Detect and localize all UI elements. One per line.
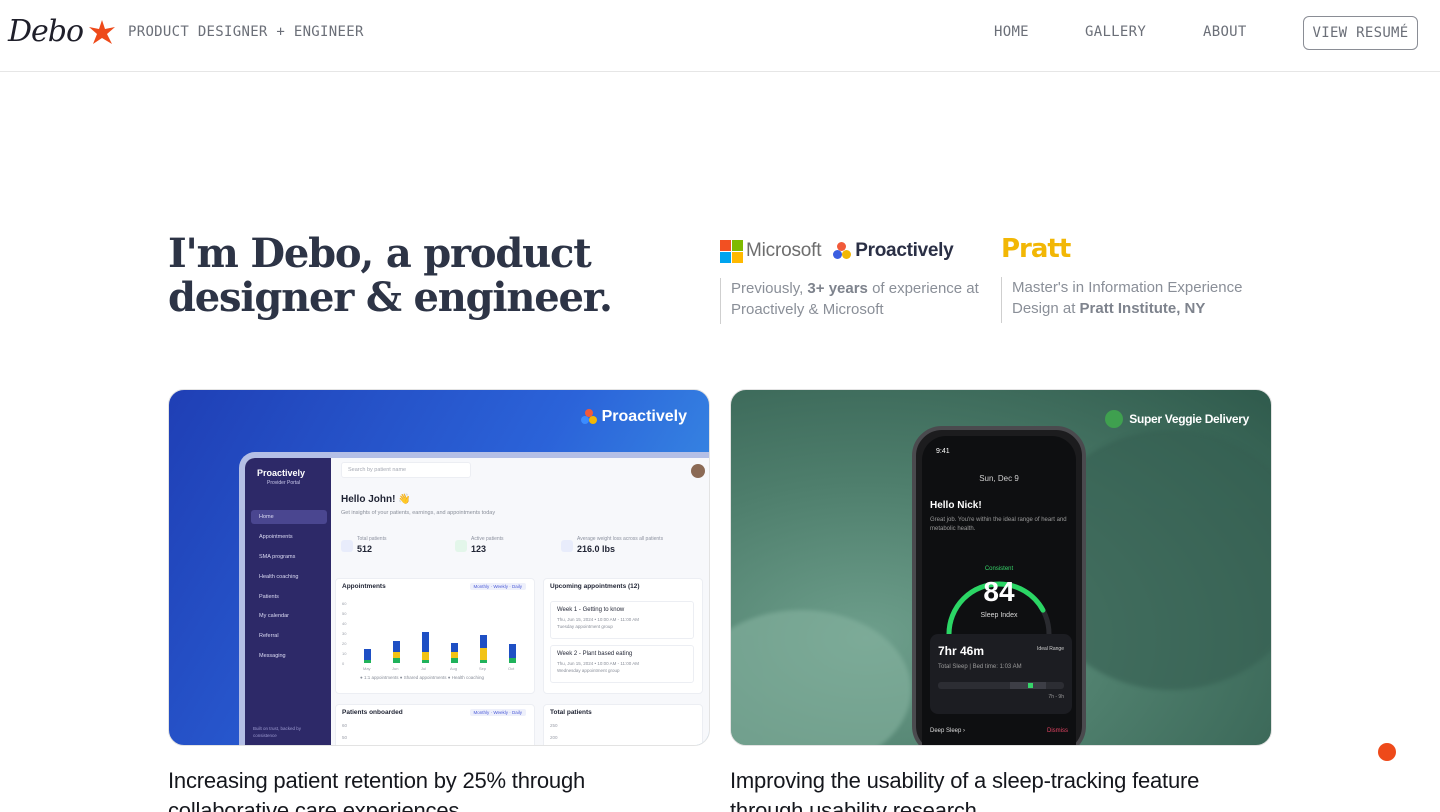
bar-Oct [509, 644, 516, 663]
broccoli-icon [1105, 410, 1124, 428]
dash-nav-item: Home [251, 510, 327, 524]
bar-Aug [451, 643, 458, 663]
bar-Jul [422, 632, 429, 663]
x-tick-label: Oct [508, 666, 515, 671]
bar-segment [451, 643, 458, 652]
proactively-logo-icon [580, 409, 597, 425]
card-brand-veggie: Super Veggie Delivery [1105, 410, 1249, 428]
bar-segment [364, 649, 371, 660]
bar-segment [480, 660, 487, 663]
y-tick-label: 60 [342, 601, 347, 606]
card-caption-proactively[interactable]: Increasing patient retention by 25% thro… [168, 766, 585, 812]
dash-search-input: Search by patient name [341, 462, 471, 478]
onboarded-panel: Patients onboarded Monthly · Weekly · Da… [335, 704, 535, 745]
dash-nav-item: Appointments [259, 534, 293, 540]
nav-link-home[interactable]: HOME [994, 24, 1029, 40]
nav-link-about[interactable]: ABOUT [1203, 24, 1247, 40]
bar-segment [393, 658, 400, 663]
nav-tagline: PRODUCT DESIGNER + ENGINEER [128, 24, 364, 40]
users-icon [341, 540, 353, 552]
chat-launcher-button[interactable] [1378, 743, 1396, 761]
top-nav: Debo PRODUCT DESIGNER + ENGINEER HOME GA… [0, 0, 1440, 72]
y-tick-label: 50 [342, 611, 347, 616]
x-tick-label: Aug [450, 666, 458, 671]
stat-weight-loss: Average weight loss across all patients … [561, 536, 663, 564]
project-card-sleep-tracking[interactable]: Super Veggie Delivery 9:41 Sun, Dec 9 He… [730, 389, 1272, 746]
user-check-icon [455, 540, 467, 552]
pratt-wordmark: Pratt [1001, 234, 1071, 264]
nav-link-gallery[interactable]: GALLERY [1085, 24, 1146, 40]
hero-title: I'm Debo, a product designer & engineer. [168, 232, 628, 320]
x-tick-label: Sep [479, 666, 487, 671]
bar-segment [451, 658, 458, 663]
phone-screen: 9:41 Sun, Dec 9 Hello Nick! Great job. Y… [922, 436, 1076, 745]
dash-nav-item: Patients [259, 594, 279, 600]
dashboard-mockup: Proactively Provider Portal Home Appoint… [239, 452, 709, 745]
dash-nav-item: Messaging [259, 653, 286, 659]
bar-Jun [393, 641, 400, 663]
appointments-panel: Appointments Monthly · Weekly · Daily 60… [335, 578, 535, 694]
sleep-range-marker [1028, 683, 1033, 688]
logo-signature[interactable]: Debo [8, 14, 84, 49]
view-resume-button[interactable]: VIEW RESUMÉ [1303, 16, 1418, 50]
dashboard-sidebar: Proactively Provider Portal Home Appoint… [245, 458, 331, 745]
employer-logos: Microsoft Proactively [720, 238, 954, 264]
dash-nav-item: Health coaching [259, 574, 299, 580]
appointment-item: Week 1 - Getting to know Thu, Jun 15, 20… [550, 601, 694, 639]
x-tick-label: May [363, 666, 371, 671]
bar-segment [480, 648, 487, 660]
appointment-item: Week 2 - Plant based eating Thu, Jun 15,… [550, 645, 694, 683]
microsoft-logo-icon [720, 240, 743, 263]
phone-mockup: 9:41 Sun, Dec 9 Hello Nick! Great job. Y… [912, 426, 1086, 745]
hero-title-line1: I'm Debo, a product [168, 230, 592, 277]
segment-control: Monthly · Weekly · Daily [469, 583, 526, 590]
x-tick-label: Jun [392, 666, 399, 671]
bar-segment [422, 652, 429, 660]
bar-Sep [480, 635, 487, 663]
avatar [691, 464, 705, 478]
y-tick-label: 20 [342, 641, 347, 646]
y-tick-label: 40 [342, 621, 347, 626]
hero-title-line2: designer & engineer. [168, 274, 613, 321]
dashboard-main: Search by patient name Hello John! 👋 Get… [331, 458, 709, 745]
microsoft-wordmark: Microsoft [746, 240, 822, 261]
y-tick-label: 10 [342, 651, 347, 656]
education-credential: Master's in Information Experience Desig… [1001, 277, 1261, 323]
background-blur [731, 610, 911, 745]
bar-segment [509, 644, 516, 658]
stat-active-patients: Active patients 123 [455, 536, 504, 564]
proactively-wordmark: Proactively [855, 240, 954, 261]
education-school: Pratt Institute, NY [1079, 300, 1206, 317]
card-caption-sleep-tracking[interactable]: Improving the usability of a sleep-track… [730, 766, 1199, 812]
star-logo-icon [89, 20, 115, 44]
proactively-logo-icon [833, 242, 852, 260]
x-tick-label: Jul [421, 666, 427, 671]
dash-nav-item: My calendar [259, 613, 289, 619]
bar-segment [422, 632, 429, 652]
stat-total-patients: Total patients 512 [341, 536, 386, 564]
scale-icon [561, 540, 573, 552]
bar-segment [422, 660, 429, 663]
chart-legend: ● 1:1 appointments ● Shared appointments… [360, 675, 484, 680]
sleep-score: 84 [983, 576, 1015, 607]
dash-nav-item: SMA programs [259, 554, 296, 560]
experience-years: 3+ years [807, 280, 868, 297]
bar-May [364, 649, 371, 663]
total-patients-panel: Total patients 250 200 [543, 704, 703, 745]
project-card-proactively[interactable]: Proactively Proactively Provider Portal … [168, 389, 710, 746]
y-tick-label: 30 [342, 631, 347, 636]
bar-segment [364, 660, 371, 663]
experience-credential: Previously, 3+ years of experience at Pr… [720, 278, 980, 324]
bar-segment [393, 641, 400, 652]
bar-segment [480, 635, 487, 648]
bar-segment [509, 658, 516, 663]
card-brand-proactively: Proactively [580, 408, 687, 426]
appointments-bar-chart: May Jun Jul Aug Sep Oct [360, 603, 520, 671]
dash-nav-item: Referral [259, 633, 279, 639]
upcoming-panel: Upcoming appointments (12) Week 1 - Gett… [543, 578, 703, 694]
y-tick-label: 0 [342, 661, 345, 666]
sleep-summary-card: 7hr 46m Ideal Range Total Sleep | Bed ti… [930, 634, 1072, 714]
